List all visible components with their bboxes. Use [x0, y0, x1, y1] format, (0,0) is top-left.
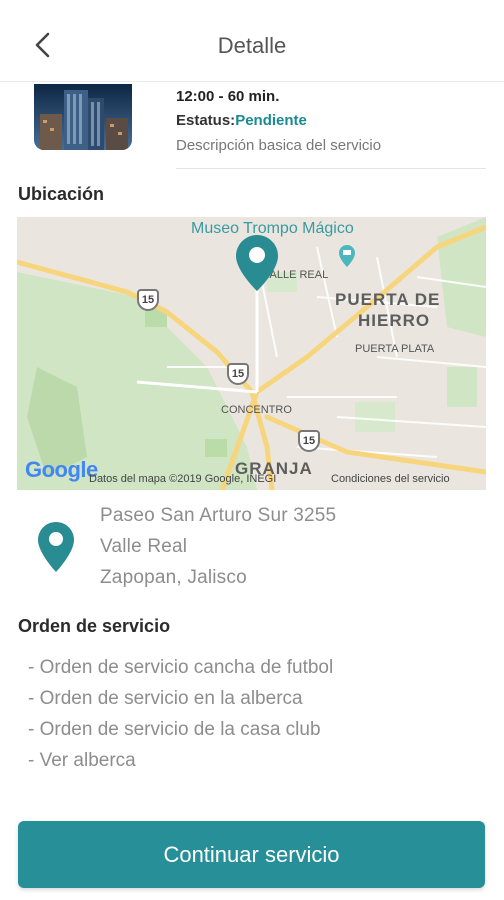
service-status: Estatus:Pendiente — [176, 112, 307, 129]
map-label-concentro: CONCENTRO — [221, 404, 292, 416]
orders-title: Orden de servicio — [18, 616, 171, 636]
order-item[interactable]: - Orden de servicio en la alberca — [28, 688, 303, 710]
order-item[interactable]: - Orden de servicio cancha de futbol — [28, 657, 333, 679]
address-neighborhood: Valle Real — [100, 536, 188, 557]
address-city: Zapopan, Jalisco — [100, 567, 247, 588]
highway-shield: 15 — [137, 289, 159, 311]
google-logo: Google — [25, 457, 98, 482]
location-map[interactable]: Museo Trompo Mágico VALLE REAL PUERTA DE… — [17, 217, 486, 490]
map-label-puerta-plata: PUERTA PLATA — [355, 343, 435, 355]
service-thumbnail — [34, 84, 132, 150]
highway-shield: 15 — [298, 430, 320, 452]
map-poi-icon — [339, 245, 355, 267]
map-attribution: Datos del mapa ©2019 Google, INEGI — [89, 473, 277, 485]
divider — [176, 168, 486, 169]
map-label-puerta-de-hierro: PUERTA DE — [335, 290, 441, 309]
order-item[interactable]: - Orden de servicio de la casa club — [28, 719, 321, 741]
status-label: Estatus: — [176, 112, 236, 129]
map-label-hierro: HIERRO — [358, 311, 431, 330]
location-title: Ubicación — [18, 184, 105, 204]
service-summary: 12:00 - 60 min. Estatus:Pendiente Descri… — [0, 82, 504, 168]
page-title: Detalle — [217, 33, 287, 58]
map-marker-icon[interactable] — [236, 235, 278, 291]
order-item[interactable]: - Ver alberca — [28, 750, 136, 772]
map-terms-link[interactable]: Condiciones del servicio — [331, 473, 450, 485]
location-pin-icon — [38, 522, 74, 572]
status-badge: Pendiente — [235, 112, 307, 129]
highway-shield: 15 — [227, 363, 249, 385]
top-app-bar: Detalle — [0, 0, 504, 82]
service-description: Descripción basica del servicio — [176, 137, 382, 154]
continue-service-button[interactable]: Continuar servicio — [18, 821, 485, 888]
address-street: Paseo San Arturo Sur 3255 — [100, 505, 337, 526]
service-time: 12:00 - 60 min. — [176, 88, 280, 105]
